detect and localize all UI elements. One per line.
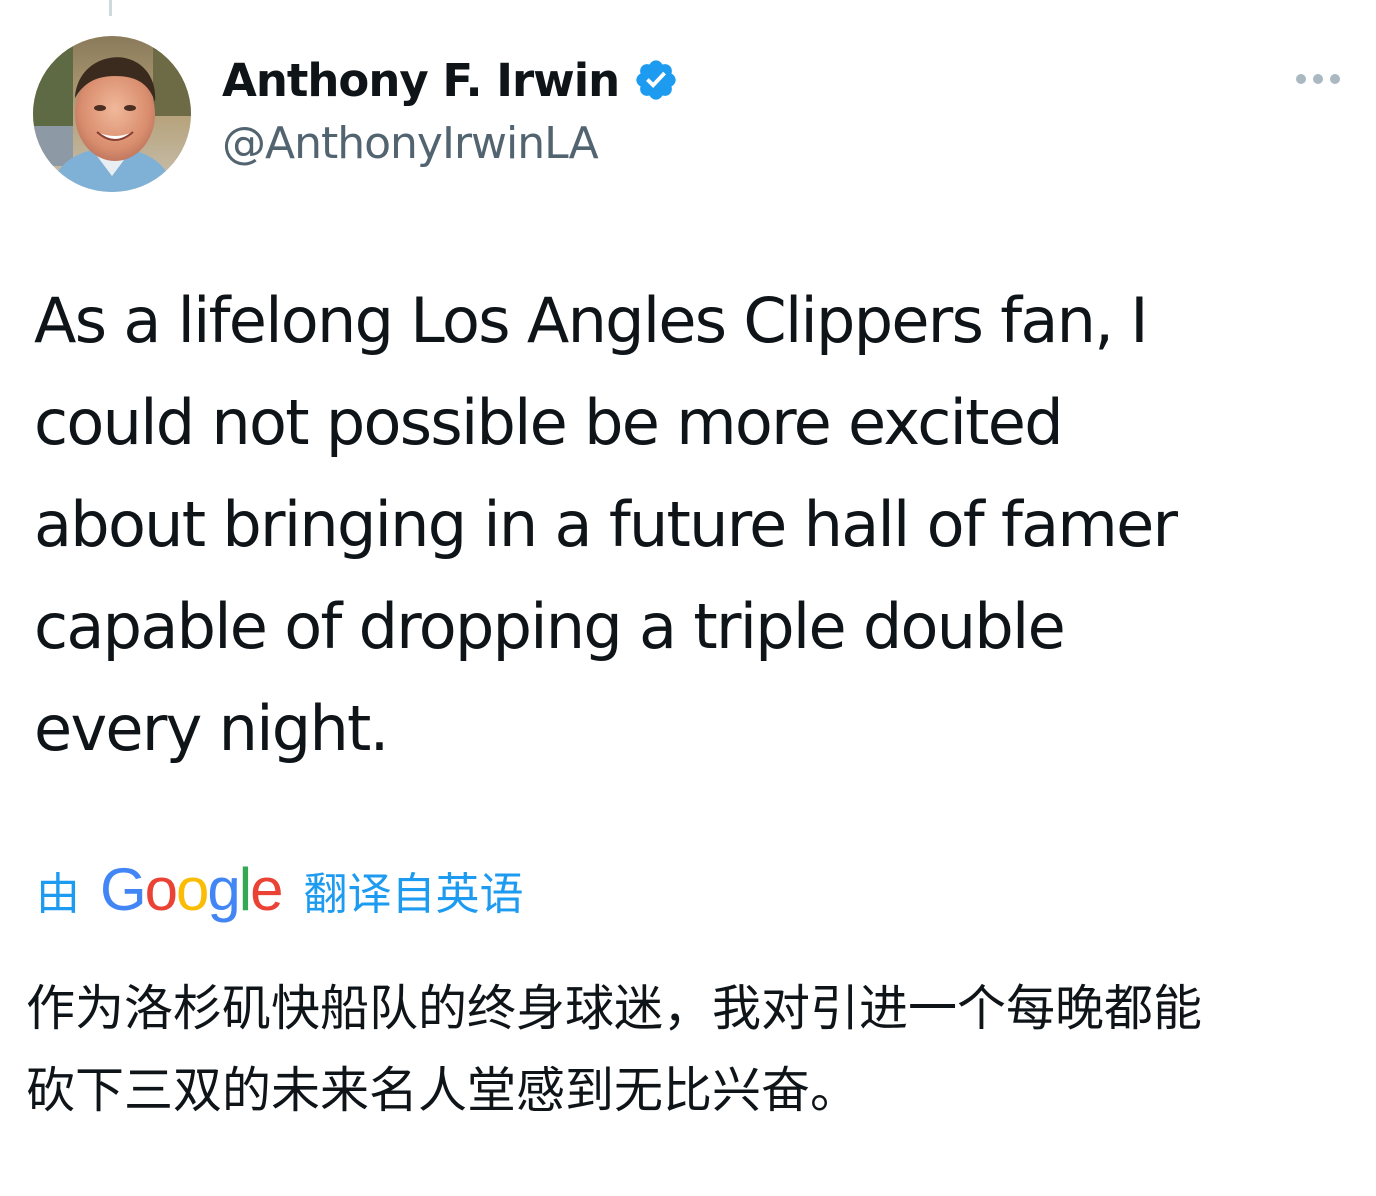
tweet-text-line: capable of dropping a triple double xyxy=(34,590,1066,663)
google-logo-letter: g xyxy=(207,856,240,923)
verified-badge-icon xyxy=(633,57,679,103)
google-logo-letter: o xyxy=(176,856,209,923)
tweet-text: As a lifelong Los Angles Clippers fan, I… xyxy=(34,270,1344,780)
translation-attribution[interactable]: 由 Google 翻译自英语 xyxy=(36,852,524,928)
translated-text-line: 作为洛杉矶快船队的终身球迷，我对引进一个每晚都能 xyxy=(26,980,1203,1037)
google-logo-letter: o xyxy=(144,856,178,923)
thread-connector-line xyxy=(109,0,112,16)
tweet-text-line: could not possible be more excited xyxy=(34,386,1064,459)
google-logo-letter: e xyxy=(250,856,283,923)
google-logo: Google xyxy=(100,856,284,923)
google-logo-letter: l xyxy=(238,856,252,923)
google-logo-letter: G xyxy=(100,856,147,923)
profile-photo xyxy=(33,36,191,192)
author-name-row: Anthony F. Irwin xyxy=(222,52,679,108)
translated-text: 作为洛杉矶快船队的终身球迷，我对引进一个每晚都能 砍下三双的未来名人堂感到无比兴… xyxy=(26,968,1346,1132)
more-horizontal-icon xyxy=(1296,74,1306,84)
translated-text-line: 砍下三双的未来名人堂感到无比兴奋。 xyxy=(26,1062,860,1119)
more-options-button[interactable] xyxy=(1286,64,1350,94)
translation-source-language: 翻译自英语 xyxy=(303,869,524,920)
author-display-name[interactable]: Anthony F. Irwin xyxy=(222,54,620,107)
avatar[interactable] xyxy=(33,36,191,192)
tweet-text-line: As a lifelong Los Angles Clippers fan, I xyxy=(34,284,1149,357)
translation-prefix: 由 xyxy=(36,869,80,920)
tweet-text-line: about bringing in a future hall of famer xyxy=(34,488,1178,561)
more-horizontal-icon xyxy=(1313,74,1323,84)
tweet-text-line: every night. xyxy=(34,692,389,765)
tweet-card: Anthony F. Irwin @AnthonyIrwinLA As a li… xyxy=(0,0,1376,1196)
author-handle[interactable]: @AnthonyIrwinLA xyxy=(222,118,599,169)
more-horizontal-icon xyxy=(1330,74,1340,84)
